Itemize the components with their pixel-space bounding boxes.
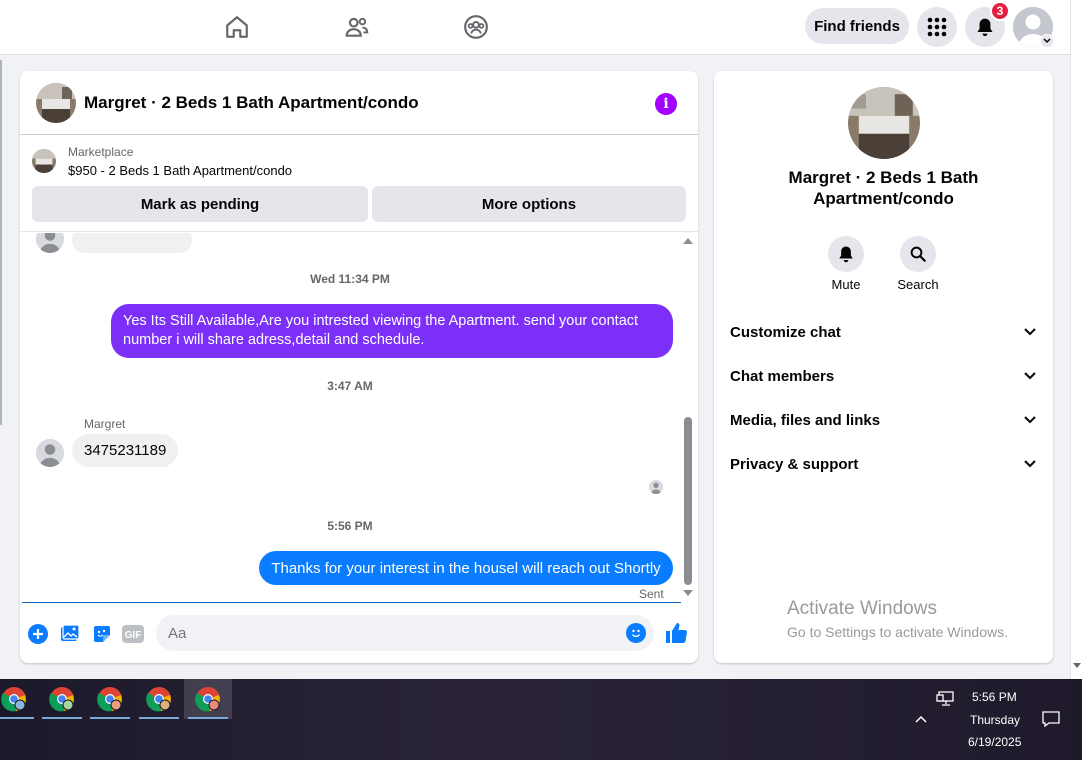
left-edge-divider [0, 60, 2, 425]
message-list: Wed 11:34 PM Yes Its Still Available,Are… [20, 233, 698, 603]
activate-windows-watermark: Activate Windows Go to Settings to activ… [787, 598, 1008, 640]
friends-icon[interactable] [343, 13, 371, 41]
default-avatar-icon [36, 439, 64, 467]
incoming-message[interactable]: 3475231189 [72, 434, 179, 467]
watermark-line1: Activate Windows [787, 598, 937, 619]
apartment-photo-icon [32, 149, 56, 173]
top-navigation-bar: Find friends 3 [0, 0, 1070, 55]
action-center-icon[interactable] [1042, 711, 1060, 730]
message-input[interactable] [156, 615, 654, 651]
windows-taskbar: 5:56 PM Thursday 6/19/2025 [0, 679, 1082, 760]
message-scrollbar-thumb[interactable] [684, 417, 692, 585]
network-icon[interactable] [936, 691, 954, 710]
plus-icon[interactable] [27, 623, 49, 645]
thumbs-up-icon[interactable] [664, 621, 688, 645]
find-friends-button[interactable]: Find friends [805, 8, 909, 44]
emoji-icon[interactable] [626, 623, 646, 643]
taskbar-chrome-app-active[interactable] [184, 679, 232, 719]
chat-header: Margret · 2 Beds 1 Bath Apartment/condo … [20, 71, 698, 135]
scroll-up-arrow[interactable] [683, 238, 693, 244]
chevron-down-icon [1024, 372, 1036, 380]
watermark-line2: Go to Settings to activate Windows. [787, 624, 1008, 640]
clock-day[interactable]: Thursday [970, 713, 1020, 727]
listing-title[interactable]: $950 - 2 Beds 1 Bath Apartment/condo [68, 163, 292, 178]
chevron-down-icon [1024, 328, 1036, 336]
menu-grid-button[interactable] [917, 7, 957, 47]
scroll-down-arrow[interactable] [683, 590, 693, 596]
message-timestamp: 3:47 AM [327, 379, 373, 393]
mute-label: Mute [831, 277, 861, 292]
marketplace-label: Marketplace [68, 145, 134, 159]
gif-icon[interactable]: GIF [122, 623, 144, 645]
chevron-down-icon [1024, 416, 1036, 424]
conversation-info-panel: Margret · 2 Beds 1 Bath Apartment/condo … [714, 71, 1053, 663]
svg-text:GIF: GIF [125, 630, 142, 641]
home-icon[interactable] [223, 13, 251, 41]
customize-chat-section[interactable]: Customize chat [730, 317, 1037, 347]
taskbar-chrome-app[interactable] [86, 679, 134, 719]
chrome-icon [1, 687, 26, 712]
marketplace-listing: Marketplace $950 - 2 Beds 1 Bath Apartme… [20, 136, 698, 232]
seen-indicator-avatar [649, 480, 663, 494]
profile-menu-caret[interactable] [1040, 34, 1054, 48]
search-icon [910, 246, 926, 262]
bell-icon [977, 18, 993, 37]
info-icon[interactable]: i [655, 93, 677, 115]
privacy-support-section[interactable]: Privacy & support [730, 449, 1037, 479]
apartment-photo-icon [36, 83, 76, 123]
chrome-icon [97, 687, 122, 712]
clock-time[interactable]: 5:56 PM [972, 690, 1017, 704]
section-label: Privacy & support [730, 455, 859, 473]
chat-members-section[interactable]: Chat members [730, 361, 1037, 391]
sender-avatar[interactable] [36, 233, 64, 253]
default-avatar-icon [36, 233, 64, 253]
mark-as-pending-button[interactable]: Mark as pending [32, 186, 368, 222]
outgoing-message[interactable]: Yes Its Still Available,Are you intreste… [111, 304, 673, 358]
taskbar-chrome-app[interactable] [0, 679, 38, 719]
apartment-photo-icon [848, 87, 920, 159]
bell-icon [839, 246, 853, 263]
sender-name: Margret [84, 417, 126, 431]
media-files-links-section[interactable]: Media, files and links [730, 405, 1037, 435]
sender-avatar[interactable] [36, 439, 64, 467]
composer-divider [22, 602, 681, 603]
section-label: Media, files and links [730, 411, 881, 429]
sticker-icon[interactable] [91, 623, 113, 645]
conversation-avatar[interactable] [36, 83, 76, 123]
section-label: Customize chat [730, 323, 841, 341]
grid-icon [927, 17, 947, 37]
chrome-icon [49, 687, 74, 712]
message-status: Sent [639, 587, 664, 601]
chevron-down-icon [1043, 38, 1051, 44]
default-avatar-icon [649, 480, 663, 494]
chrome-icon [146, 687, 171, 712]
listing-thumbnail[interactable] [32, 149, 56, 173]
chevron-down-icon [1024, 460, 1036, 468]
conversation-large-avatar[interactable] [848, 87, 920, 159]
chat-title: Margret · 2 Beds 1 Bath Apartment/condo [84, 93, 419, 112]
show-hidden-icons-chevron[interactable] [914, 713, 928, 727]
more-options-button[interactable]: More options [372, 186, 686, 222]
outgoing-message[interactable]: Thanks for your interest in the housel w… [259, 551, 673, 585]
message-timestamp: 5:56 PM [327, 519, 373, 533]
photo-icon[interactable] [59, 623, 81, 645]
taskbar-chrome-app[interactable] [135, 679, 183, 719]
groups-icon[interactable] [462, 13, 490, 41]
mute-button[interactable] [828, 236, 864, 272]
section-label: Chat members [730, 367, 835, 385]
notification-badge: 3 [990, 1, 1010, 21]
taskbar-chrome-app[interactable] [38, 679, 86, 719]
clock-date[interactable]: 6/19/2025 [968, 735, 1021, 749]
chat-panel: Margret · 2 Beds 1 Bath Apartment/condo … [20, 71, 698, 663]
search-button[interactable] [900, 236, 936, 272]
page-scrollbar[interactable] [1070, 0, 1082, 679]
search-label: Search [897, 277, 939, 292]
previous-message-bubble[interactable] [72, 233, 192, 253]
message-timestamp: Wed 11:34 PM [310, 272, 390, 286]
info-panel-title: Margret · 2 Beds 1 Bath Apartment/condo [788, 168, 979, 208]
chrome-icon [195, 687, 220, 712]
message-composer: GIF [20, 611, 698, 655]
